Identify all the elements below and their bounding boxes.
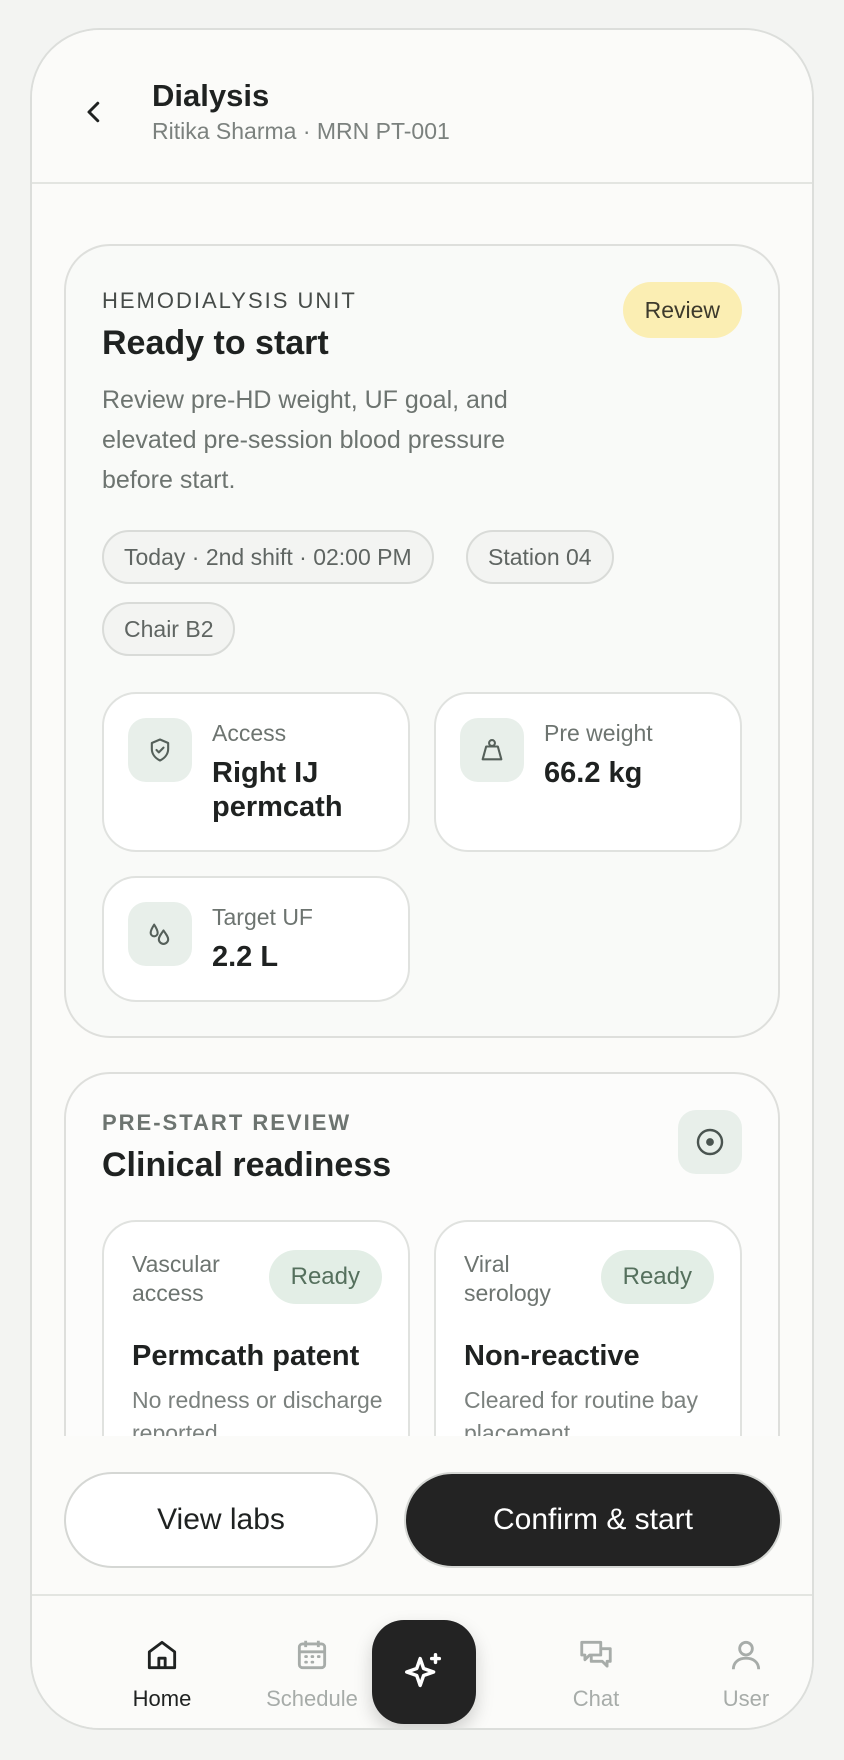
back-button[interactable] [72, 90, 116, 134]
chevron-left-icon [87, 101, 100, 123]
app-header: Dialysis Ritika Sharma · MRN PT-001 [32, 30, 812, 184]
nav-label: Home [132, 1686, 192, 1711]
stat-label: Access [212, 720, 287, 746]
scroll-content[interactable]: HEMODIALYSIS UNIT Ready to start Review … [32, 186, 812, 1448]
confirm-start-button[interactable]: Confirm & start [404, 1472, 782, 1568]
calendar-icon [297, 1640, 327, 1670]
nav-label: User [722, 1686, 770, 1711]
session-eyebrow: HEMODIALYSIS UNIT [102, 288, 357, 313]
nav-item-schedule[interactable]: Schedule [252, 1636, 372, 1712]
home-icon [147, 1640, 177, 1670]
user-icon [731, 1640, 761, 1670]
stat-pre-weight: Pre weight 66.2 kg [434, 692, 742, 852]
droplets-icon [128, 902, 192, 966]
sparkles-icon [405, 1653, 442, 1688]
check-title: Permcath patent [132, 1340, 360, 1372]
check-label: Viral serology [464, 1251, 551, 1306]
check-title: Non-reactive [464, 1340, 640, 1372]
chip-station: Station 04 [466, 530, 614, 584]
stat-value: 2.2 L [212, 941, 279, 973]
session-description: Review pre-HD weight, UF goal, and eleva… [102, 386, 508, 494]
weight-icon [460, 718, 524, 782]
session-title: Ready to start [102, 324, 329, 362]
check-vascular-access[interactable]: Vascular access Ready Permcath patent No… [102, 1220, 410, 1448]
review-title: Clinical readiness [102, 1146, 392, 1184]
action-bar: View labs Confirm & start [32, 1436, 812, 1596]
stat-value: Right IJ permcath [212, 757, 343, 823]
check-label: Vascular access [132, 1251, 220, 1306]
bottom-nav: Home Schedule Chat User [32, 1598, 812, 1728]
review-eyebrow: PRE-START REVIEW [102, 1110, 352, 1135]
chip-chair: Chair B2 [102, 602, 236, 656]
patient-subtitle: Ritika Sharma · MRN PT-001 [152, 118, 450, 144]
target-icon[interactable] [678, 1110, 742, 1174]
check-viral-serology[interactable]: Viral serology Ready Non-reactive Cleare… [434, 1220, 742, 1448]
stat-access: Access Right IJ permcath [102, 692, 410, 852]
nav-label: Schedule [266, 1686, 358, 1711]
session-card: HEMODIALYSIS UNIT Ready to start Review … [64, 244, 780, 1038]
view-labs-button[interactable]: View labs [64, 1472, 378, 1568]
stat-label: Target UF [212, 904, 313, 930]
ready-badge: Ready [268, 1250, 382, 1304]
readiness-card: PRE-START REVIEW Clinical readiness Vasc… [64, 1072, 780, 1448]
ai-assistant-button[interactable] [372, 1620, 476, 1724]
stat-value: 66.2 kg [544, 757, 643, 789]
nav-label: Chat [572, 1686, 620, 1711]
page-title: Dialysis [152, 78, 270, 113]
nav-item-user[interactable]: User [686, 1636, 806, 1712]
chip-shift: Today · 2nd shift · 02:00 PM [102, 530, 434, 584]
stat-target-uf: Target UF 2.2 L [102, 876, 410, 1002]
nav-item-chat[interactable]: Chat [536, 1636, 656, 1712]
phone-frame: Dialysis Ritika Sharma · MRN PT-001 HEMO… [30, 28, 814, 1730]
status-badge: Review [622, 282, 742, 338]
nav-item-home[interactable]: Home [102, 1636, 222, 1712]
stat-label: Pre weight [544, 720, 653, 746]
chat-icon [580, 1640, 612, 1668]
shield-icon [128, 718, 192, 782]
ready-badge: Ready [600, 1250, 714, 1304]
